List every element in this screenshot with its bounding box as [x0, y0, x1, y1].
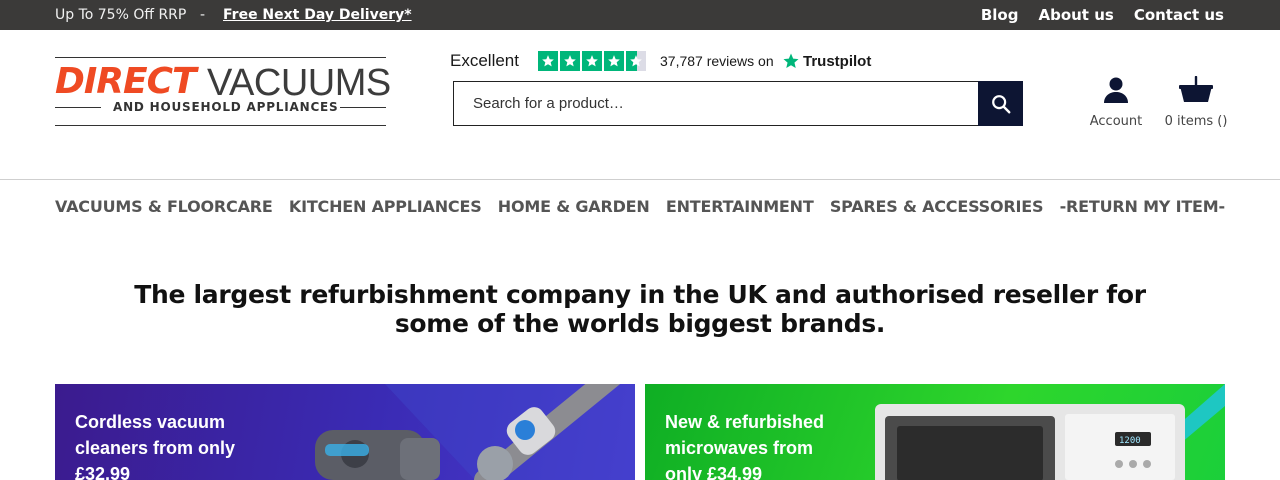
blog-link[interactable]: Blog	[981, 6, 1019, 24]
basket-label: 0 items ()	[1164, 114, 1228, 129]
contact-us-link[interactable]: Contact us	[1134, 6, 1224, 24]
search-button[interactable]	[978, 81, 1023, 126]
star-icon	[582, 51, 602, 71]
star-icon	[604, 51, 624, 71]
basket-icon	[1179, 75, 1213, 102]
headline-line-1: The largest refurbishment company in the…	[134, 280, 1146, 309]
headline-line-2: some of the worlds biggest brands.	[394, 309, 886, 338]
account-button[interactable]: Account	[1086, 76, 1146, 129]
search-input[interactable]	[454, 82, 978, 125]
header-divider	[0, 179, 1280, 180]
page-headline: The largest refurbishment company in the…	[0, 280, 1280, 338]
user-icon	[1104, 77, 1128, 103]
top-links: Blog About us Contact us	[981, 6, 1224, 24]
free-delivery-link[interactable]: Free Next Day Delivery*	[223, 7, 412, 23]
about-us-link[interactable]: About us	[1038, 6, 1113, 24]
account-label: Account	[1089, 114, 1143, 129]
main-nav: VACUUMS & FLOORCARE KITCHEN APPLIANCES H…	[55, 197, 1225, 216]
logo-tagline: AND HOUSEHOLD APPLIANCES	[113, 100, 339, 114]
nav-item-home-garden[interactable]: HOME & GARDEN	[498, 197, 650, 216]
logo-rule-top	[55, 57, 386, 58]
logo-tagline-row: AND HOUSEHOLD APPLIANCES	[55, 100, 386, 114]
nav-item-entertainment[interactable]: ENTERTAINMENT	[666, 197, 814, 216]
promo-text: Up To 75% Off RRP	[55, 7, 187, 23]
site-logo[interactable]: DIRECT VACUUMS AND HOUSEHOLD APPLIANCES	[55, 57, 391, 127]
logo-tagline-line-right	[340, 107, 386, 108]
star-icon	[560, 51, 580, 71]
promo-separator: -	[200, 7, 206, 23]
nav-item-vacuums-floorcare[interactable]: VACUUMS & FLOORCARE	[55, 197, 273, 216]
logo-word-direct: DIRECT	[55, 61, 197, 102]
promo-text-microwaves: New & refurbished microwaves from only £…	[665, 412, 825, 480]
promo-card-cordless-vacuums[interactable]: Cordless vacuum cleaners from only £32.9…	[55, 384, 635, 480]
nav-item-spares-accessories[interactable]: SPARES & ACCESSORIES	[830, 197, 1044, 216]
svg-text:1200: 1200	[1119, 436, 1141, 446]
trustpilot-brand-label: Trustpilot	[803, 52, 872, 70]
trustpilot-rating-word: Excellent	[450, 51, 519, 70]
basket-button[interactable]: 0 items ()	[1163, 75, 1229, 129]
search-bar	[453, 81, 1023, 126]
nav-item-kitchen-appliances[interactable]: KITCHEN APPLIANCES	[289, 197, 482, 216]
nav-item-return-my-item[interactable]: -RETURN MY ITEM-	[1060, 197, 1226, 216]
search-icon	[991, 94, 1010, 113]
logo-tagline-line-left	[55, 107, 101, 108]
logo-word-vacuums: VACUUMS	[207, 62, 391, 104]
half-star-icon	[626, 51, 646, 71]
logo-rule-bottom	[55, 125, 386, 126]
promo-text-cordless: Cordless vacuum cleaners from only £32.9…	[75, 412, 236, 480]
top-bar: Up To 75% Off RRP - Free Next Day Delive…	[0, 0, 1280, 30]
star-icon	[538, 51, 558, 71]
trustpilot-brand: Trustpilot	[782, 52, 871, 70]
trustpilot-review-count: 37,787 reviews on	[660, 53, 774, 69]
trustpilot-stars	[538, 51, 646, 71]
trustpilot-star-icon	[783, 53, 799, 68]
promo-card-microwaves[interactable]: 1200 New & refurbished microwaves from o…	[645, 384, 1225, 480]
